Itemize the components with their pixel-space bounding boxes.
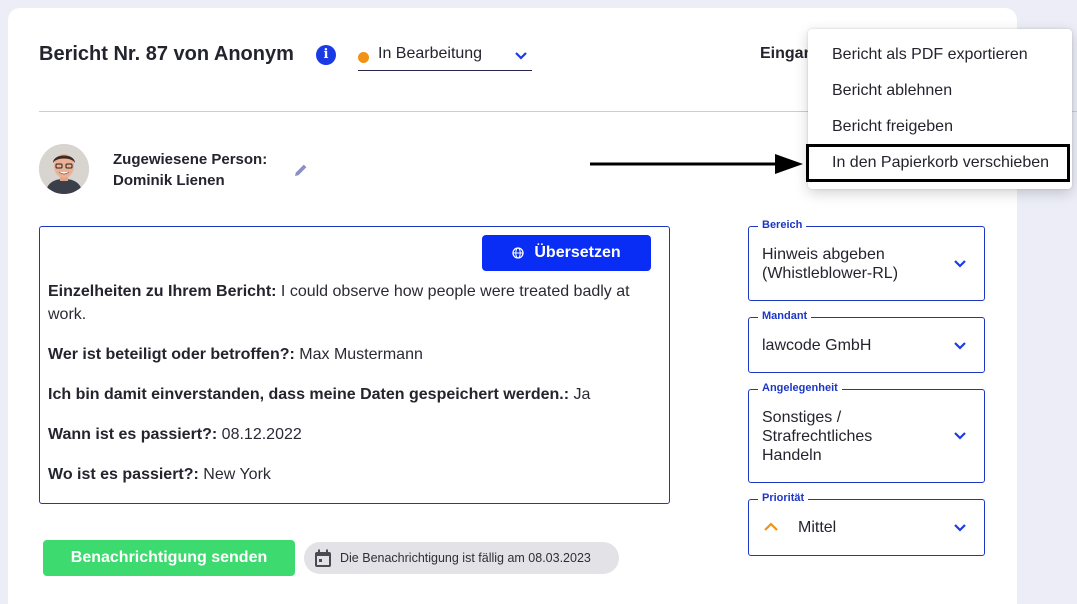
arrow-annotation	[590, 154, 803, 174]
chevron-down-icon	[515, 52, 527, 60]
translate-button[interactable]: Übersetzen	[482, 235, 651, 271]
status-value: In Bearbeitung	[378, 45, 483, 62]
assignee-label: Zugewiesene Person:	[113, 151, 268, 168]
prioritaet-value: Mittel	[798, 519, 837, 536]
field-label: Ich bin damit einverstanden, dass meine …	[48, 386, 570, 403]
menu-item-reject[interactable]: Bericht ablehnen	[832, 82, 952, 100]
mandant-value: lawcode GmbH	[762, 337, 872, 354]
due-date-chip: Die Benachrichtigung ist fällig am 08.03…	[304, 542, 619, 574]
field-label: Einzelheiten zu Ihrem Bericht:	[48, 283, 277, 300]
assignee-block: Zugewiesene Person: Dominik Lienen	[113, 149, 267, 191]
calendar-icon	[315, 549, 331, 567]
assignee-name: Dominik Lienen	[113, 172, 225, 189]
mandant-select[interactable]: Mandant lawcode GmbH	[748, 310, 985, 373]
report-field: Wo ist es passiert?: New York	[48, 463, 648, 486]
chevron-down-icon	[954, 260, 966, 268]
menu-item-approve[interactable]: Bericht freigeben	[832, 118, 953, 136]
menu-item-move-to-trash[interactable]: In den Papierkorb verschieben	[832, 154, 1049, 172]
prioritaet-select[interactable]: Priorität Mittel	[748, 492, 985, 556]
due-date-text: Die Benachrichtigung ist fällig am 08.03…	[340, 551, 591, 565]
bereich-value: Hinweis abgeben (Whistleblower-RL)	[762, 246, 899, 282]
report-fields: Einzelheiten zu Ihrem Bericht: I could o…	[48, 280, 648, 503]
field-value: Ja	[569, 386, 591, 403]
menu-item-export-pdf[interactable]: Bericht als PDF exportieren	[832, 46, 1028, 64]
angelegenheit-select[interactable]: Angelegenheit Sonstiges / Strafrechtlich…	[748, 382, 985, 483]
info-icon[interactable]: i	[316, 45, 336, 65]
eingang-label: Eingan	[760, 45, 814, 62]
report-field: Wann ist es passiert?: 08.12.2022	[48, 423, 648, 446]
translate-label: Übersetzen	[534, 244, 621, 261]
field-value: Max Mustermann	[294, 346, 423, 363]
angelegenheit-value: Sonstiges / Strafrechtliches Handeln	[762, 409, 873, 464]
mandant-label: Mandant	[758, 310, 812, 322]
chevron-down-icon	[954, 342, 966, 350]
bereich-select[interactable]: Bereich Hinweis abgeben (Whistleblower-R…	[748, 219, 985, 301]
field-label: Wo ist es passiert?:	[48, 466, 199, 483]
pencil-icon[interactable]	[292, 161, 310, 179]
report-field: Wer ist beteiligt oder betroffen?: Max M…	[48, 343, 648, 366]
bereich-label: Bereich	[758, 219, 807, 231]
chevron-down-icon	[954, 432, 966, 440]
field-label: Wer ist beteiligt oder betroffen?:	[48, 346, 295, 363]
chevron-down-icon	[954, 524, 966, 532]
angelegenheit-label: Angelegenheit	[758, 382, 842, 394]
report-details-box: Übersetzen Einzelheiten zu Ihrem Bericht…	[39, 226, 670, 504]
field-label: Wann ist es passiert?:	[48, 426, 218, 443]
actions-dropdown-menu: Bericht als PDF exportieren Bericht able…	[806, 29, 1072, 189]
avatar	[39, 144, 89, 194]
report-field: Ich bin damit einverstanden, dass meine …	[48, 383, 648, 406]
send-notification-button[interactable]: Benachrichtigung senden	[43, 540, 295, 576]
prioritaet-label: Priorität	[758, 492, 809, 504]
field-value: New York	[198, 466, 271, 483]
field-value: 08.12.2022	[217, 426, 302, 443]
status-dot	[358, 52, 369, 63]
globe-icon	[512, 247, 525, 259]
page-title: Bericht Nr. 87 von Anonym	[39, 43, 294, 65]
report-field: Einzelheiten zu Ihrem Bericht: I could o…	[48, 280, 648, 326]
chevron-up-icon	[764, 522, 778, 531]
status-select[interactable]: In Bearbeitung	[358, 42, 532, 71]
